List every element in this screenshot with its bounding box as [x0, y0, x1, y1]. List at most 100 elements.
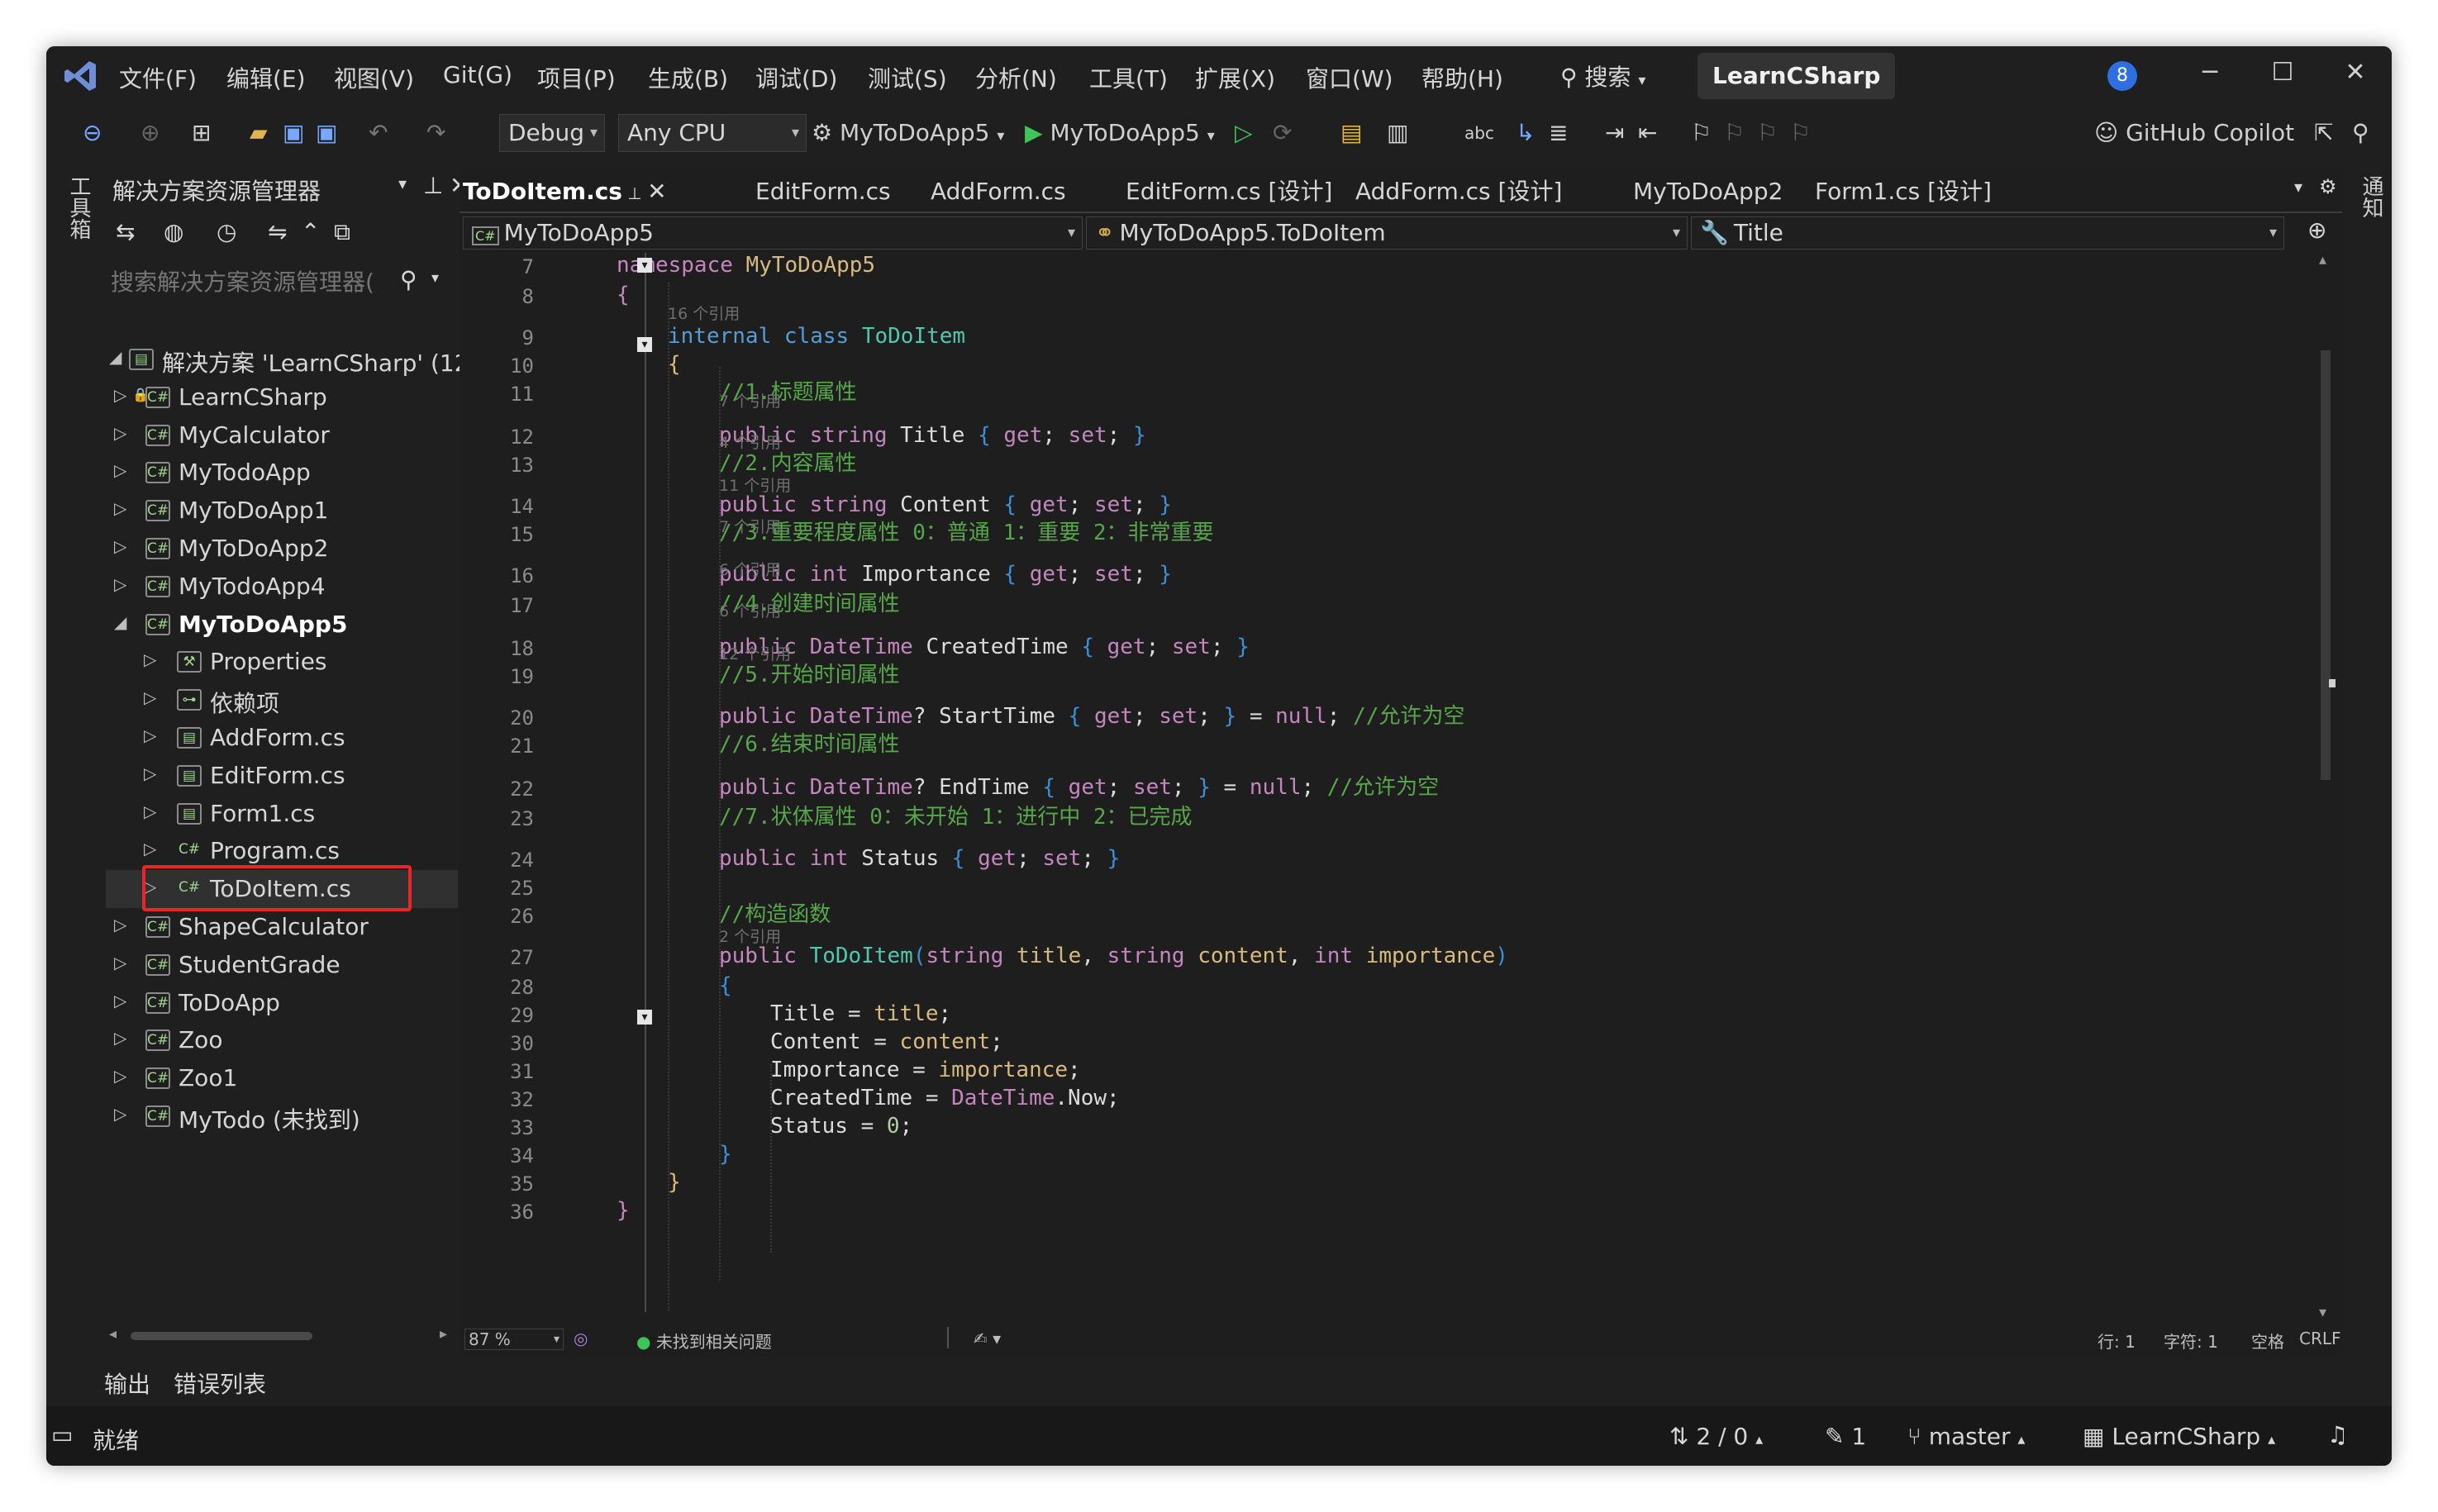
expand-arrow-icon[interactable]: ▷	[144, 839, 156, 858]
tab[interactable]: MyToDoApp2	[1633, 174, 1783, 210]
menu-item[interactable]: 视图(V)	[334, 61, 414, 94]
expand-arrow-icon[interactable]: ▷	[114, 915, 126, 934]
expand-arrow-icon[interactable]: ▷	[114, 953, 126, 972]
bookmark-prev-icon[interactable]: ⚐	[1724, 114, 1745, 152]
expand-arrow-icon[interactable]: ▷	[114, 1028, 126, 1048]
expand-arrow-icon[interactable]: ▷	[114, 385, 126, 405]
menu-item[interactable]: Git(G)	[443, 61, 512, 88]
pin-icon[interactable]: ⊥	[423, 172, 443, 199]
expand-arrow-icon[interactable]: ▷	[144, 649, 156, 669]
back-icon[interactable]: ⊖	[83, 114, 102, 152]
expand-arrow-icon[interactable]: ▷	[114, 1104, 126, 1124]
scroll-thumb[interactable]	[131, 1332, 312, 1340]
scroll-left-icon[interactable]: ◂	[109, 1325, 117, 1343]
copilot-status-icon[interactable]: ◎	[574, 1329, 588, 1348]
nav-member-dropdown[interactable]: 🔧 Title ▾	[1691, 216, 2284, 250]
zoom-dropdown[interactable]: 87 % ▾	[464, 1329, 564, 1350]
redo-icon[interactable]: ↷	[426, 114, 445, 152]
share-icon[interactable]: ⇱	[2314, 114, 2333, 152]
tab[interactable]: AddForm.cs [设计]	[1355, 174, 1562, 210]
panel-menu-icon[interactable]: ▾	[398, 174, 407, 193]
tab[interactable]: AddForm.cs	[931, 174, 1066, 210]
config-dropdown[interactable]: Debug ▾	[499, 114, 605, 152]
menu-item[interactable]: 窗口(W)	[1306, 61, 1393, 94]
git-changes-button[interactable]: ⇅ 2 / 0 ▴	[1669, 1423, 1763, 1450]
tree-item[interactable]: ▷ ▤ Form1.cs	[106, 795, 458, 833]
sync-icon[interactable]: ⇆	[116, 218, 135, 245]
copilot-button[interactable]: ☺ GitHub Copilot	[2094, 114, 2294, 152]
switch-view-icon[interactable]: ◍	[164, 218, 183, 245]
codelens-reference-count[interactable]: 6 个引用	[719, 562, 781, 578]
step-icon[interactable]: ↳	[1516, 114, 1535, 152]
expand-arrow-icon[interactable]: ▷	[144, 801, 156, 821]
platform-dropdown[interactable]: Any CPU ▾	[618, 114, 807, 152]
format-icon[interactable]: ≣	[1549, 114, 1568, 152]
notification-badge[interactable]: 8	[2107, 61, 2137, 91]
codelens-reference-count[interactable]: 4 个引用	[719, 435, 781, 451]
collapse-ctor-icon[interactable]: ▾	[637, 1010, 652, 1025]
expand-arrow-icon[interactable]: ▷	[114, 536, 126, 556]
tree-item[interactable]: ▷ C# Zoo	[106, 1021, 458, 1059]
scroll-right-icon[interactable]: ▸	[440, 1325, 447, 1343]
indent-icon[interactable]: ⇥	[1605, 114, 1624, 152]
save-all-icon[interactable]: ▣	[316, 114, 337, 152]
feedback-icon[interactable]: ⚲	[2352, 114, 2369, 152]
collapse-class-icon[interactable]: ▾	[637, 337, 652, 352]
solution-search-input[interactable]	[111, 264, 392, 299]
expand-arrow-icon[interactable]: ▷	[114, 1066, 126, 1086]
tree-item[interactable]: ◢ C# MyToDoApp5	[106, 606, 458, 644]
menu-item[interactable]: 生成(B)	[648, 61, 728, 94]
collapse-namespace-icon[interactable]: ▾	[637, 258, 652, 273]
menu-item[interactable]: 测试(S)	[868, 61, 947, 94]
pending-edits-button[interactable]: ✎ 1	[1825, 1423, 1866, 1450]
collapse-arrow-icon[interactable]: ◢	[114, 612, 126, 632]
spell-icon[interactable]: abc	[1464, 114, 1494, 152]
tree-item[interactable]: ▷ C# MyTodoApp4	[106, 568, 458, 606]
menu-item[interactable]: 扩展(X)	[1195, 61, 1275, 94]
save-icon[interactable]: ▣	[283, 114, 304, 152]
bookmark-next-icon[interactable]: ⚐	[1757, 114, 1778, 152]
search-button[interactable]: ⚲ 搜索 ▾	[1560, 59, 1645, 93]
show-all-files-icon[interactable]: ⧉	[334, 218, 350, 246]
menu-item[interactable]: 编辑(E)	[226, 61, 306, 94]
repo-button[interactable]: ▦ LearnCSharp ▴	[2083, 1423, 2275, 1450]
nav-type-dropdown[interactable]: ⚭ MyToDoApp5.ToDoItem ▾	[1086, 216, 1688, 250]
menu-item[interactable]: 工具(T)	[1089, 61, 1168, 94]
expand-arrow-icon[interactable]: ▷	[114, 460, 126, 480]
scroll-up-icon[interactable]: ▴	[2319, 251, 2326, 269]
expand-arrow-icon[interactable]: ▷	[114, 423, 126, 443]
collapse-arrow-icon[interactable]: ◢	[109, 347, 121, 367]
tab-settings-icon[interactable]: ⚙	[2319, 175, 2337, 198]
codelens-reference-count[interactable]: 2 个引用	[719, 929, 781, 945]
close-button[interactable]: ✕	[2331, 58, 2380, 94]
codelens-reference-count[interactable]: 7 个引用	[719, 393, 781, 410]
startup-project-dropdown[interactable]: ⚙ MyToDoApp5 ▾	[812, 114, 1004, 152]
start-debug-button[interactable]: ▶ MyToDoApp5 ▾	[1025, 114, 1215, 152]
codelens-reference-count[interactable]: 12 个引用	[719, 646, 791, 663]
line-indicator[interactable]: 行: 1	[2098, 1329, 2136, 1353]
tree-item[interactable]: ▷ C# Zoo1	[106, 1059, 458, 1097]
codelens-reference-count[interactable]: 11 个引用	[719, 478, 791, 494]
tree-item[interactable]: ▷ ⊶ 依赖项	[106, 681, 458, 719]
hot-reload-icon[interactable]: ⟳	[1273, 114, 1292, 152]
menu-item[interactable]: 分析(N)	[975, 61, 1057, 94]
tree-item[interactable]: ▷ C# LearnCSharp 🔒	[106, 378, 458, 416]
close-tab-icon[interactable]: ✕	[647, 178, 666, 205]
open-file-icon[interactable]: ▰	[250, 114, 268, 152]
expand-arrow-icon[interactable]: ▷	[114, 991, 126, 1010]
bookmark-icon[interactable]: ⚐	[1691, 114, 1712, 152]
start-without-debug-icon[interactable]: ▷	[1235, 114, 1253, 152]
tab-overflow-icon[interactable]: ▾	[2294, 177, 2302, 197]
tab-error-list[interactable]: 错误列表	[174, 1367, 266, 1400]
codelens-reference-count[interactable]: 6 个引用	[719, 603, 781, 620]
editor-vertical-scrollbar[interactable]: ▴ ▾	[2307, 251, 2342, 1325]
expand-arrow-icon[interactable]: ▷	[114, 574, 126, 594]
expand-arrow-icon[interactable]: ▷	[144, 725, 156, 745]
history-icon[interactable]: ◷	[217, 218, 236, 245]
tree-item[interactable]: ▷ ⚒ Properties	[106, 643, 458, 681]
forward-icon[interactable]: ⊕	[140, 114, 160, 152]
codelens-reference-count[interactable]: 7 个引用	[719, 519, 781, 535]
expand-arrow-icon[interactable]: ▷	[114, 498, 126, 518]
tree-item[interactable]: ▷ ▤ AddForm.cs	[106, 719, 458, 757]
cleanup-icon[interactable]: ✍ ▾	[974, 1329, 1001, 1348]
